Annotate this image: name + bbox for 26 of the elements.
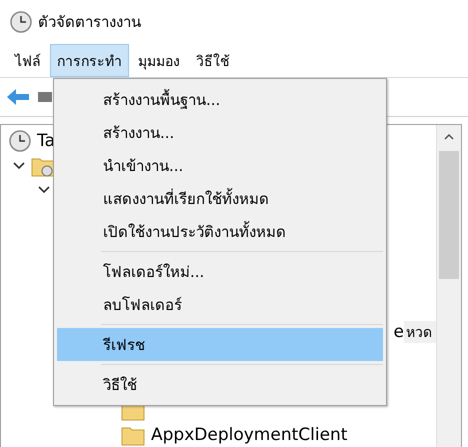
tree-item[interactable]: e [394,322,404,342]
menu-item[interactable]: การกระทำ [50,44,129,77]
back-arrow-icon[interactable] [6,88,30,106]
chevron-down-icon[interactable] [13,162,25,170]
menu-item[interactable]: โฟลเดอร์ใหม่... [57,255,383,288]
menu-item[interactable]: สร้างงานพื้นฐาน... [57,83,383,116]
clock-icon [10,11,32,33]
menu-item[interactable]: เปิดใช้งานประวัติงานทั้งหมด [57,215,383,248]
scroll-thumb[interactable] [439,151,459,279]
menu-item[interactable]: วิธีใช้ [57,368,383,401]
clock-icon [9,130,31,152]
scrollbar[interactable] [436,125,461,447]
menu-item[interactable]: สร้างงาน... [57,116,383,149]
menu-item[interactable]: ไฟล์ [8,44,48,77]
menu-item[interactable]: นำเข้างาน... [57,149,383,182]
scroll-up-icon[interactable] [444,134,454,140]
menu-item[interactable]: รีเฟรช [57,328,383,361]
menu-item[interactable]: วิธีใช้ [189,44,237,77]
column-text: หวด [404,320,436,342]
window-title: ตัวจัดตารางงาน [38,12,141,33]
menu-item[interactable]: มุมมอง [131,44,187,77]
menu-item[interactable]: แสดงงานที่เรียกใช้ทั้งหมด [57,182,383,215]
tree-item[interactable]: AppxDeploymentClient [151,424,348,445]
menu-item[interactable]: ลบโฟลเดอร์ [57,288,383,321]
chevron-down-icon[interactable] [38,186,50,194]
tree-item[interactable]: Ta [37,131,55,152]
